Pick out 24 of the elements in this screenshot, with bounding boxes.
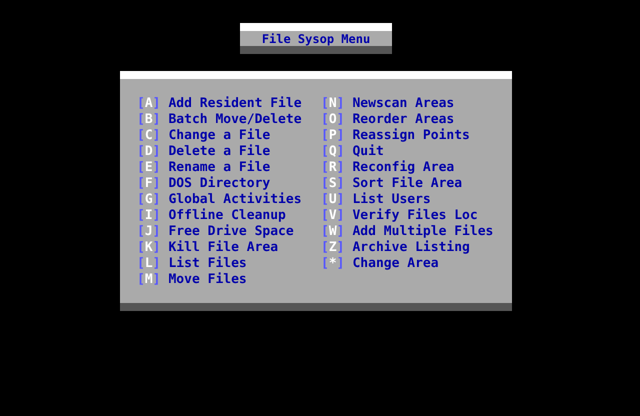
menu-option[interactable]: Add Resident File: [168, 96, 302, 110]
menu-option[interactable]: Move Files: [168, 272, 247, 286]
menu-option[interactable]: Kill File Area: [168, 240, 278, 254]
menu-option[interactable]: Offline Cleanup: [168, 208, 286, 222]
menu-option[interactable]: Change Area: [352, 256, 439, 270]
menu-option[interactable]: Reorder Areas: [352, 112, 454, 126]
menu-option[interactable]: Archive Listing: [352, 240, 470, 254]
menu-option[interactable]: List Users: [352, 192, 431, 206]
menu-title: File Sysop Menu: [262, 32, 370, 46]
menu-option[interactable]: Batch Move/Delete: [168, 112, 302, 126]
menu-option[interactable]: Add Multiple Files: [352, 224, 494, 238]
menu-option[interactable]: Rename a File: [168, 160, 270, 174]
menu-option[interactable]: Change a File: [168, 128, 270, 142]
menu-option[interactable]: Global Activities: [168, 192, 302, 206]
menu-option[interactable]: Quit: [352, 144, 384, 158]
menu-option[interactable]: Verify Files Loc: [352, 208, 478, 222]
menu-option[interactable]: Reconfig Area: [352, 160, 454, 174]
menu-option[interactable]: Sort File Area: [352, 176, 462, 190]
menu-option[interactable]: Reassign Points: [352, 128, 470, 142]
menu-option[interactable]: Newscan Areas: [352, 96, 454, 110]
menu-option[interactable]: List Files: [168, 256, 247, 270]
menu-option[interactable]: Free Drive Space: [168, 224, 294, 238]
menu-option[interactable]: DOS Directory: [168, 176, 270, 190]
menu-option[interactable]: Delete a File: [168, 144, 270, 158]
